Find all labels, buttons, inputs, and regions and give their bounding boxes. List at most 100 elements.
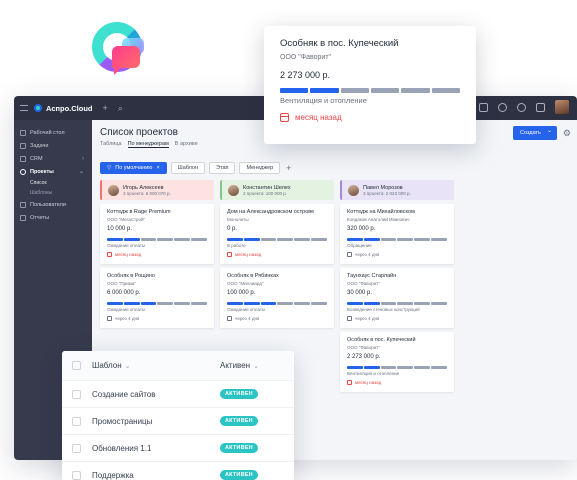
table-row[interactable]: Обновления 1.1 АКТИВЕН (62, 435, 294, 462)
bell-icon[interactable] (517, 102, 526, 112)
card-date-text: через 4 дня (355, 252, 380, 257)
table-row[interactable]: Промостраницы АКТИВЕН (62, 408, 294, 435)
view-tab[interactable]: В архиве (175, 141, 198, 148)
project-card[interactable]: Особняк в пос. Купеческий ООО "Фаворит" 2 … (340, 332, 454, 392)
template-name[interactable]: Поддержка (92, 471, 220, 480)
manager-column: Павел Морозов 3 проекта: 2 023 000 р. Котт… (340, 180, 454, 396)
project-card[interactable]: Дом на Александровском острове Монолиты 0 … (220, 204, 334, 264)
row-checkbox[interactable] (72, 416, 81, 426)
calendar-icon (347, 316, 352, 321)
card-sum: 30 000 р. (347, 290, 373, 296)
brand-mark-icon (34, 104, 42, 112)
row-checkbox[interactable] (72, 443, 81, 453)
avatar[interactable] (555, 100, 569, 114)
stage-segment (401, 88, 430, 93)
filter-default-chip[interactable]: ▽ По умолчанию × (100, 162, 167, 174)
calendar-icon (227, 252, 232, 257)
hamburger-icon[interactable] (20, 105, 28, 111)
sidebar-item[interactable]: Пользователи (14, 198, 92, 211)
row-checkbox[interactable] (72, 470, 81, 480)
mail-icon[interactable] (479, 102, 488, 112)
sidebar-subitem[interactable]: Список (14, 178, 92, 188)
card-date: через 4 дня (227, 316, 327, 321)
popup-sum: 2 273 000 р. (280, 70, 331, 80)
view-tabs: Таблица По менеджерам В архиве (100, 141, 198, 148)
stage-segment (157, 238, 174, 241)
card-stage: Вентиляция и отопление (347, 371, 400, 376)
project-card[interactable]: Коттедж на Михайловском Кондаков Анатолий… (340, 204, 454, 264)
column-header-status[interactable]: Активен ⌄ (220, 361, 259, 370)
project-popup-card[interactable]: Особняк в пос. Купеческий ООО "Фаворит" … (264, 26, 476, 144)
view-tab[interactable]: По менеджерам (127, 141, 169, 148)
stage-segment (311, 238, 327, 241)
card-date-text: через 4 дня (235, 316, 260, 321)
sidebar-item-icon (20, 168, 26, 175)
sidebar-item[interactable]: Задачи (14, 139, 92, 152)
create-button[interactable]: Создать (513, 126, 557, 140)
avatar (348, 184, 359, 196)
table-body: Создание сайтов АКТИВЕН Промостраницы АКТИВ… (62, 381, 294, 480)
project-card[interactable]: Особняк в Рябинках ООО "Миллиард" 100 000 … (220, 268, 334, 328)
card-title: Коттедж в Rage Premium (107, 209, 171, 215)
close-icon[interactable]: × (156, 165, 159, 171)
template-name[interactable]: Обновления 1.1 (92, 444, 220, 453)
filter-default-label: По умолчанию (115, 165, 153, 171)
template-name[interactable]: Создание сайтов (92, 390, 220, 399)
brand-name: Аспро.Cloud (46, 103, 93, 113)
card-stage: Возведение стеновых конструкций (347, 307, 420, 312)
stage-segment (174, 302, 191, 305)
aspro-logo-icon (90, 16, 154, 80)
sidebar-item[interactable]: Рабочий стол (14, 126, 92, 139)
stage-segment (414, 238, 431, 241)
project-card[interactable]: Таунхаус Старлайн ООО "Фаворит" 30 000 р. В… (340, 268, 454, 328)
column-header[interactable]: Павел Морозов 3 проекта: 2 023 000 р. (340, 180, 454, 200)
table-row[interactable]: Поддержка АКТИВЕН (62, 462, 294, 480)
card-stage: Ожидание оплаты (107, 307, 146, 312)
search-icon[interactable]: ⌕ (118, 103, 123, 114)
stage-segment (380, 366, 397, 369)
stage-segment (340, 88, 369, 93)
column-header-status-label: Активен (220, 361, 251, 370)
stage-segment (280, 88, 309, 93)
stage-progress (227, 302, 327, 305)
sidebar-item[interactable]: CRM › (14, 152, 92, 165)
filter-chip-manager[interactable]: Менеджер (239, 162, 281, 174)
column-header[interactable]: Константин Шелех 2 проекта: 100 000 р. (220, 180, 334, 200)
template-name[interactable]: Промостраницы (92, 417, 220, 426)
phone-icon[interactable] (498, 102, 507, 112)
card-company: ООО "Фаворит" (347, 281, 380, 286)
table-row[interactable]: Создание сайтов АКТИВЕН (62, 381, 294, 408)
add-filter-icon[interactable]: + (286, 163, 291, 173)
view-tab[interactable]: Таблица (100, 141, 122, 148)
stage-segment (310, 88, 339, 93)
sidebar-item[interactable]: Отчеты (14, 211, 92, 224)
stage-segment (431, 302, 447, 305)
status-badge: АКТИВЕН (220, 470, 258, 480)
sidebar-subitem[interactable]: Шаблоны (14, 188, 92, 198)
column-header-name[interactable]: Шаблон ⌄ (92, 361, 220, 370)
chat-icon[interactable] (536, 102, 545, 112)
add-icon[interactable]: + (103, 103, 108, 113)
column-header[interactable]: Игорь Алексеев 3 проекта: 6 000 070 р. (100, 180, 214, 200)
brand[interactable]: Аспро.Cloud (34, 104, 93, 113)
stage-segment (363, 302, 380, 305)
card-stage: В работе (227, 243, 246, 248)
stage-segment (311, 302, 327, 305)
project-card[interactable]: Коттедж в Rage Premium ООО "МегаСтрой" 10 … (100, 204, 214, 264)
sidebar-item[interactable]: Проекты ⌄ (14, 165, 92, 178)
gear-icon[interactable]: ⚙ (563, 128, 571, 139)
card-date: через 4 дня (347, 316, 447, 321)
stage-segment (294, 238, 311, 241)
project-card[interactable]: Особняк в Рощино ООО "Прима" 6 000 000 р. О… (100, 268, 214, 328)
card-date-text: через 4 дня (355, 316, 380, 321)
filter-chip-template[interactable]: Шаблон (170, 162, 206, 174)
status-badge: АКТИВЕН (220, 443, 258, 453)
stage-segment (431, 88, 460, 93)
stage-segment (260, 238, 277, 241)
card-date: месяц назад (107, 252, 207, 257)
stage-segment (431, 238, 447, 241)
select-all-checkbox[interactable] (72, 361, 81, 370)
filter-chip-stage[interactable]: Этап (209, 162, 236, 174)
stage-segment (347, 302, 363, 305)
row-checkbox[interactable] (72, 389, 81, 399)
